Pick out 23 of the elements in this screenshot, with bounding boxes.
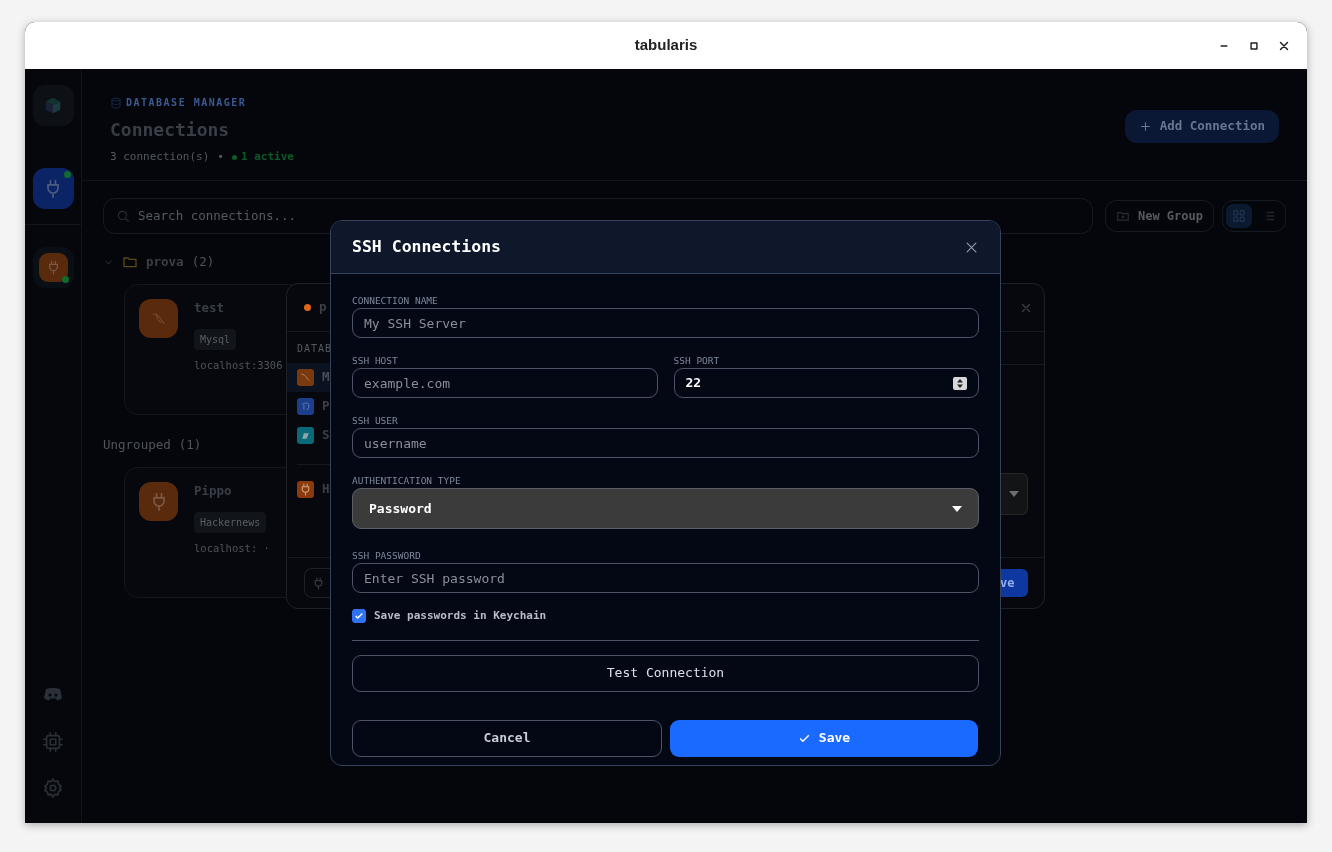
connection-name: test bbox=[194, 299, 226, 317]
field-label: SSH HOST bbox=[352, 355, 399, 366]
connection-host: localhost:3306 bbox=[194, 357, 283, 373]
group-count: (1) bbox=[178, 435, 202, 454]
field-label: AUTHENTICATION TYPE bbox=[352, 475, 462, 486]
page-title: Connections bbox=[110, 118, 231, 142]
group-count: (2) bbox=[191, 252, 215, 271]
active-count: 1 active bbox=[240, 149, 294, 165]
connection-count: 3 connection(s) bbox=[110, 149, 210, 165]
field-label: CONNECTION NAME bbox=[352, 295, 439, 306]
dialog-title: p bbox=[319, 298, 327, 317]
connection-tag: Mysql bbox=[194, 328, 237, 350]
field-label: SSH PASSWORD bbox=[352, 550, 422, 561]
window-title: tabularis bbox=[634, 35, 698, 56]
modal-title: SSH Connections bbox=[352, 235, 501, 258]
section-label: DATAB bbox=[296, 342, 331, 356]
connection-name: Pippo bbox=[194, 482, 233, 500]
field-label: SSH PORT bbox=[673, 355, 721, 366]
connection-host: localhost: · bbox=[194, 540, 270, 556]
field-label: SSH USER bbox=[352, 415, 399, 426]
separator-dot: • bbox=[217, 149, 224, 165]
connection-tag: Hackernews bbox=[194, 511, 267, 533]
section-label: DATABASE MANAGER bbox=[126, 96, 247, 110]
